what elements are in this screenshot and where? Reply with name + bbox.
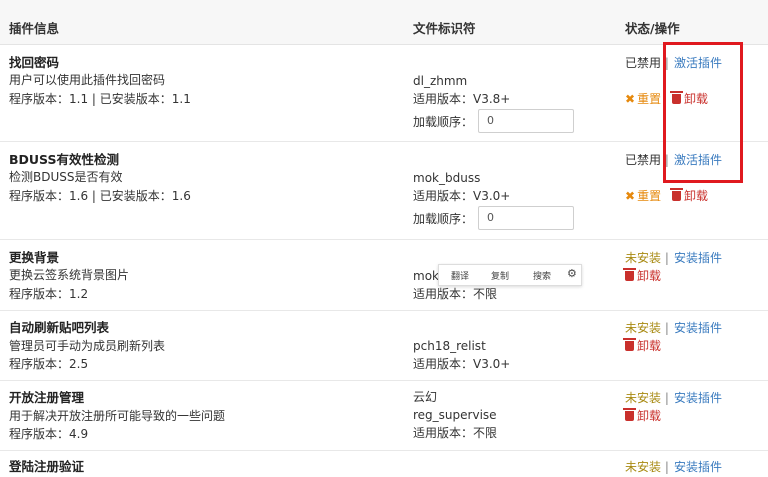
- status-text: 未安装 |: [625, 391, 669, 405]
- status-text: 未安装 |: [625, 321, 669, 335]
- header-plugin-info: 插件信息: [9, 21, 60, 36]
- popup-search-button[interactable]: 搜索: [533, 269, 551, 282]
- uninstall-button[interactable]: 卸载: [670, 188, 708, 204]
- gear-icon[interactable]: ⚙: [567, 267, 577, 280]
- trash-icon: [670, 188, 683, 201]
- plugin-version: 程序版本：2.5: [9, 357, 89, 371]
- plugin-desc: 管理员可手动为成员刷新列表: [9, 339, 166, 353]
- load-order-input[interactable]: 0: [478, 109, 574, 133]
- header-status: 状态/操作: [625, 21, 680, 36]
- plugin-row: BDUSS有效性检测 检测BDUSS是否有效 程序版本：1.6 | 已安装版本：…: [0, 141, 768, 240]
- uninstall-button[interactable]: 卸载: [623, 268, 661, 284]
- popup-translate-button[interactable]: 翻译: [451, 269, 469, 282]
- plugin-name: BDUSS有效性检测: [9, 152, 119, 167]
- x-icon: ✖: [625, 92, 636, 106]
- load-order-input[interactable]: 0: [478, 206, 574, 230]
- plugin-compat: 适用版本：不限: [413, 287, 498, 301]
- plugin-file-id: pch18_relist: [413, 339, 486, 353]
- x-icon: ✖: [625, 189, 636, 203]
- plugin-name: 找回密码: [9, 55, 60, 70]
- plugin-desc: 更换云签系统背景图片: [9, 268, 130, 282]
- install-plugin-link[interactable]: 安装插件: [674, 390, 722, 406]
- plugin-name: 开放注册管理: [9, 390, 85, 405]
- plugin-row: 自动刷新贴吧列表 管理员可手动为成员刷新列表 程序版本：2.5 pch18_re…: [0, 310, 768, 381]
- uninstall-button[interactable]: 卸载: [623, 408, 661, 424]
- table-header: 插件信息 文件标识符 状态/操作: [0, 0, 768, 45]
- plugin-name: 自动刷新贴吧列表: [9, 320, 110, 335]
- selection-popup: 翻译 复制 搜索 ⚙: [438, 264, 582, 286]
- plugin-compat: 适用版本：不限: [413, 426, 498, 440]
- install-plugin-link[interactable]: 安装插件: [674, 250, 722, 266]
- plugin-desc: 检测BDUSS是否有效: [9, 170, 123, 184]
- plugin-row: 开放注册管理 用于解决开放注册所可能导致的一些问题 程序版本：4.9 云幻 re…: [0, 380, 768, 451]
- plugin-desc: 用户可以使用此插件找回密码: [9, 73, 166, 87]
- plugin-version: 程序版本：1.6 | 已安装版本：1.6: [9, 189, 191, 203]
- uninstall-button[interactable]: 卸载: [623, 338, 661, 354]
- trash-icon: [623, 338, 636, 351]
- plugin-row: 更换背景 更换云签系统背景图片 程序版本：1.2 mok_ 适用版本：不限 未安…: [0, 239, 768, 311]
- plugin-file-id: dl_zhmm: [413, 74, 468, 88]
- plugin-compat: 适用版本：V3.8+: [413, 92, 511, 106]
- reset-button[interactable]: ✖ 重置: [625, 91, 661, 107]
- trash-icon: [623, 268, 636, 281]
- plugin-row: 找回密码 用户可以使用此插件找回密码 程序版本：1.1 | 已安装版本：1.1 …: [0, 44, 768, 142]
- reset-button[interactable]: ✖ 重置: [625, 188, 661, 204]
- highlight-box: [663, 42, 743, 183]
- trash-icon: [623, 408, 636, 421]
- install-plugin-link[interactable]: 安装插件: [674, 320, 722, 336]
- plugin-file-id: mok_bduss: [413, 171, 481, 185]
- plugin-file-id: reg_supervise: [413, 408, 497, 422]
- load-order-label: 加载顺序：: [413, 115, 474, 129]
- plugin-compat: 适用版本：V3.0+: [413, 357, 511, 371]
- load-order-label: 加载顺序：: [413, 212, 474, 226]
- plugin-version: 程序版本：4.9: [9, 427, 89, 441]
- plugin-version: 程序版本：1.2: [9, 287, 89, 301]
- plugin-author: 云幻: [413, 390, 438, 404]
- install-plugin-link[interactable]: 安装插件: [674, 459, 722, 475]
- status-text: 未安装 |: [625, 251, 669, 265]
- header-file-id: 文件标识符: [413, 21, 476, 36]
- plugin-name: 更换背景: [9, 250, 60, 265]
- plugin-version: 程序版本：1.1 | 已安装版本：1.1: [9, 92, 191, 106]
- plugin-compat: 适用版本：V3.0+: [413, 189, 511, 203]
- status-text: 未安装 |: [625, 460, 669, 474]
- plugin-row: 登陆注册验证 未安装 | 安装插件: [0, 450, 768, 477]
- popup-copy-button[interactable]: 复制: [491, 269, 509, 282]
- plugin-name: 登陆注册验证: [9, 459, 85, 474]
- plugin-desc: 用于解决开放注册所可能导致的一些问题: [9, 409, 226, 423]
